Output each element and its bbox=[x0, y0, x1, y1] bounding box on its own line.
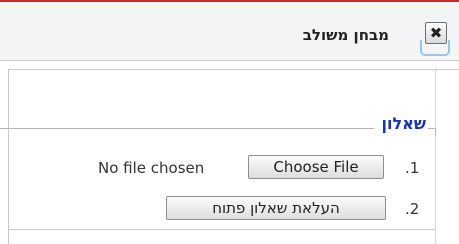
row-number-1: .1 bbox=[405, 159, 420, 177]
row-number-2: .2 bbox=[405, 200, 420, 218]
section-bottom-border bbox=[8, 229, 435, 230]
fieldset-border bbox=[0, 128, 374, 129]
upload-open-questionnaire-button[interactable]: העלאת שאלון פתוח bbox=[166, 196, 386, 220]
section-legend: שאלון bbox=[381, 114, 426, 133]
close-button[interactable]: ✖ bbox=[425, 22, 447, 44]
file-status-text: No file chosen bbox=[98, 159, 205, 177]
choose-file-button[interactable]: Choose File bbox=[248, 155, 384, 179]
close-icon: ✖ bbox=[429, 23, 443, 42]
dialog-title: מבחן משולב bbox=[302, 26, 389, 44]
content-right-border bbox=[435, 69, 436, 244]
dialog-titlebar: מבחן משולב bbox=[0, 2, 459, 61]
fieldset-corner bbox=[428, 128, 436, 136]
